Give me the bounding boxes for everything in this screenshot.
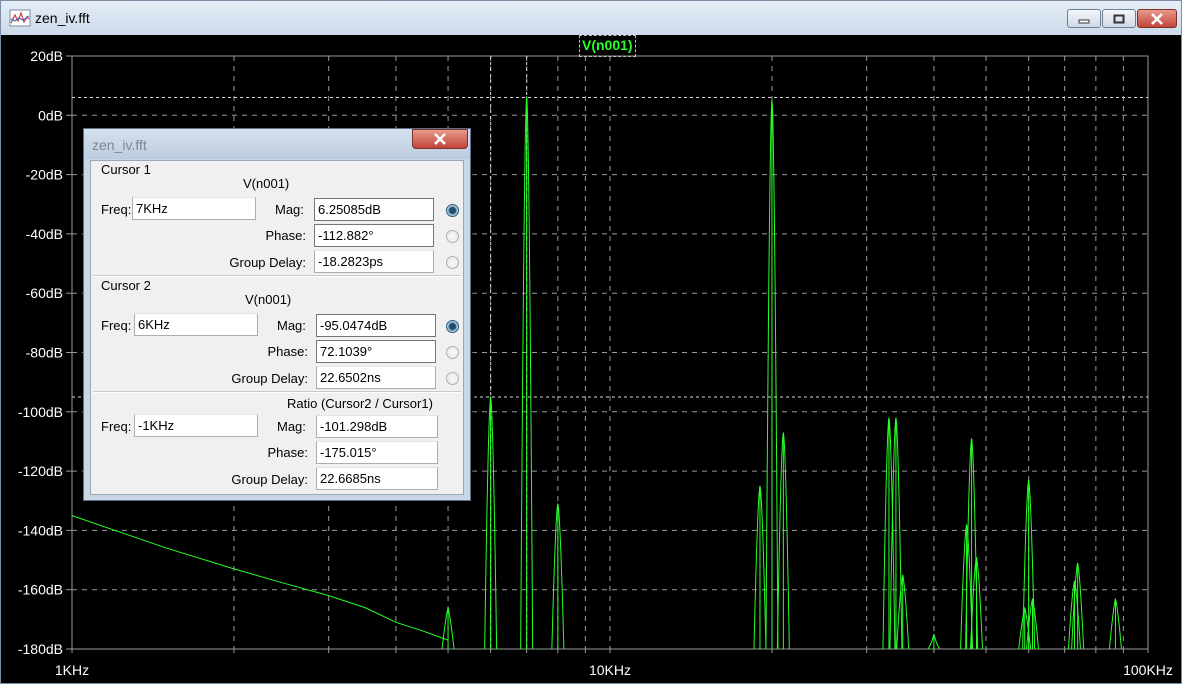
cursor2-freq-label: Freq:	[101, 318, 132, 333]
cursor1-trace: V(n001)	[243, 176, 290, 191]
trace-label[interactable]: V(n001)	[579, 35, 636, 57]
close-button[interactable]	[1137, 9, 1177, 28]
close-icon	[1151, 12, 1163, 25]
cursor1-phase-value: -112.882°	[314, 224, 434, 247]
ratio-phase-value: -175.015°	[316, 441, 438, 464]
ratio-group-delay-value: 22.6685ns	[316, 467, 438, 490]
cursor2-group-delay-label: Group Delay:	[231, 371, 308, 386]
dialog-close-button[interactable]	[412, 129, 468, 149]
cursor2-phase-radio[interactable]	[446, 346, 459, 359]
y-tick-label: -140dB	[18, 522, 63, 538]
cursor2-phase-label: Phase:	[267, 344, 308, 359]
dialog-title-bar[interactable]: zen_iv.fft	[84, 129, 470, 159]
y-tick-label: -20dB	[26, 167, 63, 183]
y-tick-label: -80dB	[26, 345, 63, 361]
y-tick-label: -60dB	[26, 285, 63, 301]
y-tick-label: -40dB	[26, 226, 63, 242]
cursor-dialog: zen_iv.fft Cursor 1 V(n001) Freq: 7KHz M…	[83, 128, 471, 501]
cursor1-group-delay-radio[interactable]	[446, 256, 459, 269]
group-separator	[93, 391, 461, 393]
dialog-body: Cursor 1 V(n001) Freq: 7KHz Mag: 6.25085…	[90, 160, 464, 495]
x-tick-label: 100KHz	[1123, 662, 1173, 678]
x-tick-label: 10KHz	[589, 662, 631, 678]
cursor1-freq-label: Freq:	[101, 202, 132, 217]
cursor2-freq-input[interactable]: 6KHz	[134, 313, 258, 336]
cursor2-mag-value: -95.0474dB	[316, 314, 436, 337]
ratio-freq-label: Freq:	[101, 419, 132, 434]
ratio-group-delay-label: Group Delay:	[231, 472, 308, 487]
y-tick-label: -180dB	[18, 641, 63, 657]
cursor1-phase-radio[interactable]	[446, 230, 459, 243]
cursor1-mag-label: Mag:	[275, 202, 304, 217]
cursor1-heading: Cursor 1	[101, 162, 151, 177]
cursor2-group-delay-value: 22.6502ns	[316, 366, 436, 389]
restore-button[interactable]	[1102, 9, 1136, 28]
group-separator	[93, 275, 461, 277]
noise-floor-trace	[71, 515, 449, 641]
minimize-button[interactable]	[1067, 9, 1101, 28]
waveform-app-icon	[9, 9, 31, 27]
cursor1-group-delay-label: Group Delay:	[229, 255, 306, 270]
ratio-heading: Ratio (Cursor2 / Cursor1)	[287, 396, 433, 411]
y-tick-label: -100dB	[18, 404, 63, 420]
cursor2-phase-value: 72.1039°	[316, 340, 436, 363]
cursor2-heading: Cursor 2	[101, 278, 151, 293]
minimize-icon	[1078, 19, 1090, 23]
ratio-mag-value: -101.298dB	[316, 415, 438, 438]
window-title: zen_iv.fft	[35, 10, 90, 26]
y-tick-label: 20dB	[30, 48, 63, 64]
ratio-freq-value: -1KHz	[134, 414, 258, 437]
restore-icon	[1113, 14, 1125, 23]
y-tick-label: -160dB	[18, 582, 63, 598]
app-window: zen_iv.fft 20dB 0dB -20dB -40dB -60dB -80dB -1…	[0, 0, 1182, 684]
y-tick-label: 0dB	[38, 107, 63, 123]
cursor2-trace: V(n001)	[245, 292, 292, 307]
cursor1-mag-value: 6.25085dB	[314, 198, 434, 221]
cursor1-phase-label: Phase:	[265, 228, 306, 243]
cursor2-mag-radio[interactable]	[446, 320, 459, 333]
cursor1-group-delay-value: -18.2823ps	[314, 250, 434, 273]
dialog-title: zen_iv.fft	[92, 137, 147, 153]
x-tick-label: 1KHz	[55, 662, 89, 678]
title-bar[interactable]: zen_iv.fft	[1, 1, 1181, 35]
cursor1-mag-radio[interactable]	[446, 204, 459, 217]
ratio-phase-label: Phase:	[267, 445, 308, 460]
ratio-mag-label: Mag:	[277, 419, 306, 434]
close-icon	[434, 133, 446, 145]
cursor2-mag-label: Mag:	[277, 318, 306, 333]
cursor2-group-delay-radio[interactable]	[446, 372, 459, 385]
cursor1-freq-input[interactable]: 7KHz	[132, 197, 256, 220]
y-tick-label: -120dB	[18, 463, 63, 479]
